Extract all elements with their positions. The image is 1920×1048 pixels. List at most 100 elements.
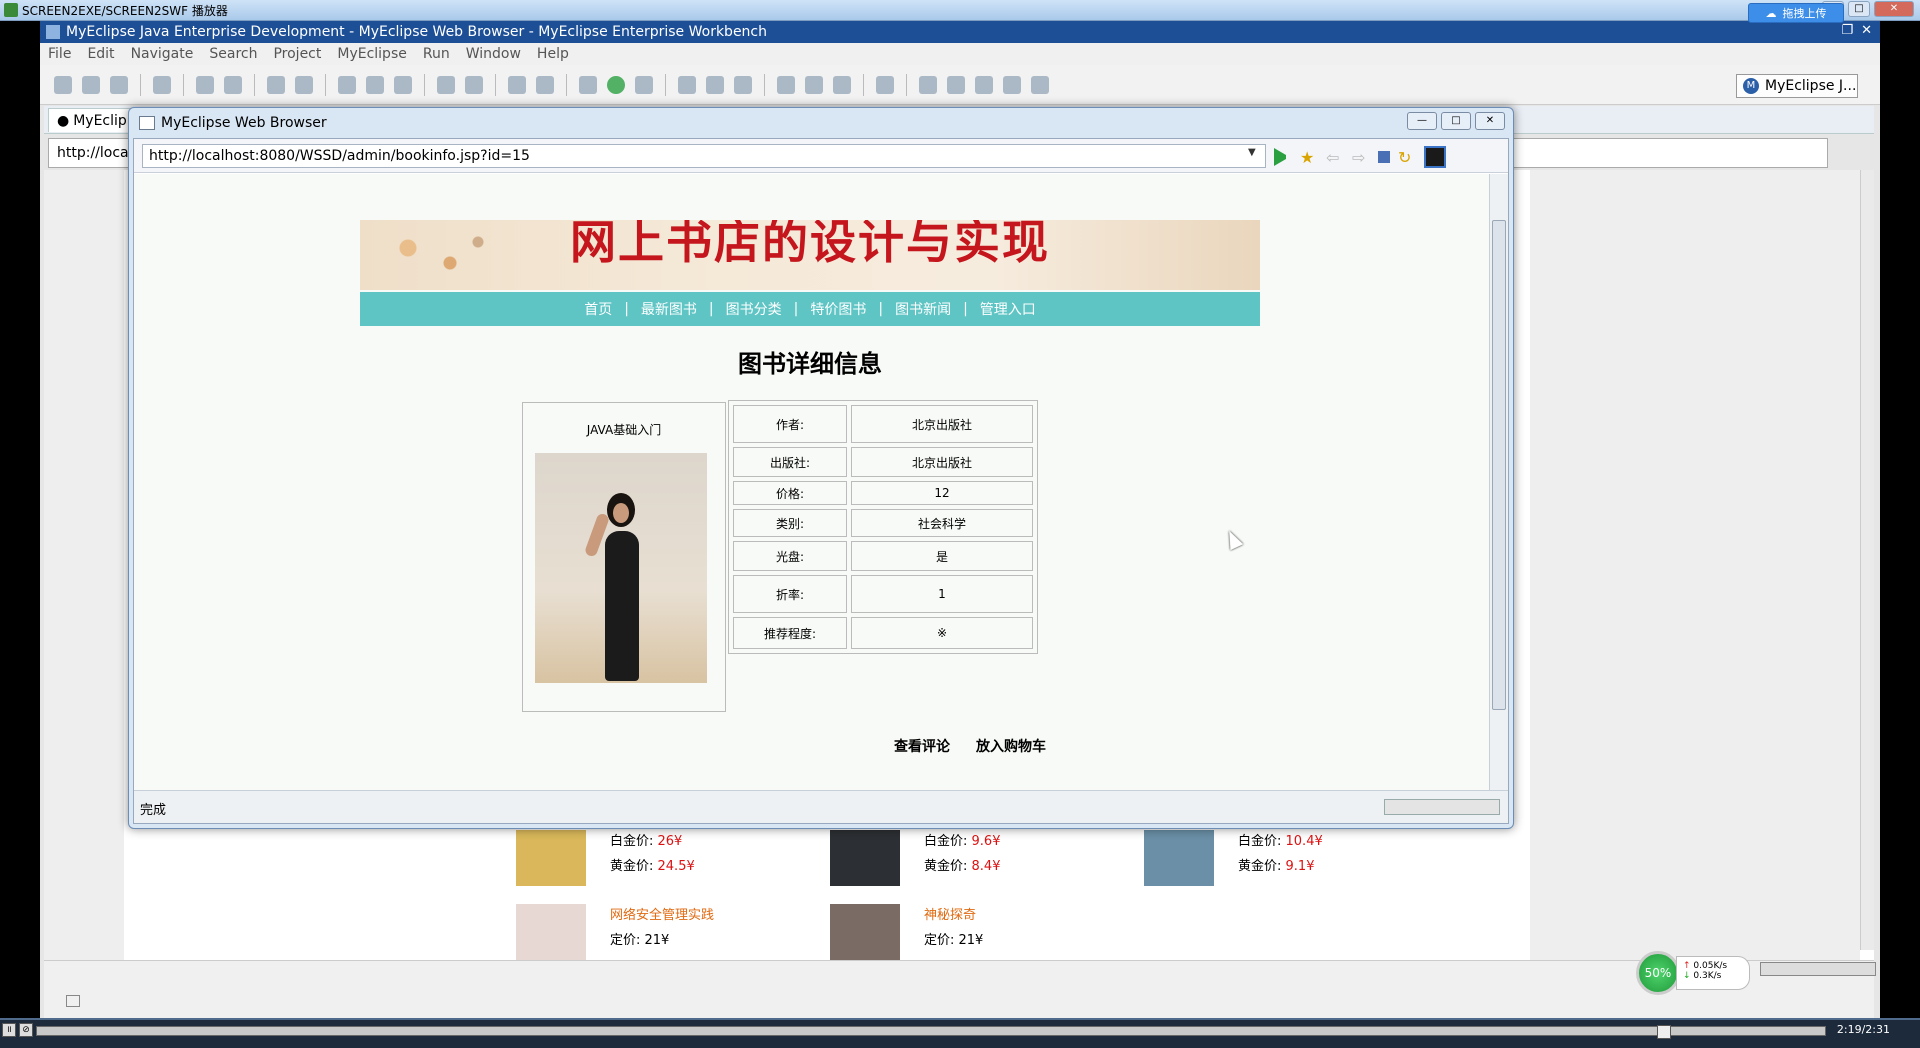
prev-annotation-icon[interactable] xyxy=(947,75,965,94)
bug-icon[interactable] xyxy=(579,75,597,94)
menu-edit[interactable]: Edit xyxy=(87,46,114,62)
book-cover-thumbnail[interactable] xyxy=(1144,830,1214,886)
detail-value: ※ xyxy=(851,617,1033,649)
player-close-button[interactable]: ✕ xyxy=(1874,1,1914,17)
database-icon[interactable] xyxy=(465,75,483,94)
folder-icon[interactable] xyxy=(437,75,455,94)
eclipse-status-area xyxy=(44,960,1874,1018)
nav-specials[interactable]: 特价图书 xyxy=(798,299,878,319)
gold-price: 黄金价: 24.5¥ xyxy=(610,859,695,874)
toolbar-separator xyxy=(254,73,255,96)
seek-bar[interactable] xyxy=(36,1025,1826,1039)
book-title-link[interactable]: 网络安全管理实践 xyxy=(610,904,714,923)
loading-progress xyxy=(1384,799,1500,815)
refresh-icon[interactable]: ↻ xyxy=(1398,148,1416,167)
book-title-link[interactable]: 神秘探奇 xyxy=(924,904,983,923)
external-tools-icon[interactable] xyxy=(635,75,653,94)
book-cover-thumbnail[interactable] xyxy=(516,830,586,886)
eclipse-close-icon[interactable]: ✕ xyxy=(1861,23,1872,38)
perspective-switcher[interactable]: M MyEclipse J... xyxy=(1736,74,1858,98)
next-annotation-icon[interactable] xyxy=(919,75,937,94)
new-class-icon[interactable] xyxy=(366,75,384,94)
last-edit-icon[interactable] xyxy=(975,75,993,94)
forward-icon[interactable] xyxy=(1031,75,1049,94)
background-browser-tab[interactable]: ● MyEclip xyxy=(48,108,136,132)
print-icon[interactable] xyxy=(110,75,128,94)
package-icon[interactable] xyxy=(153,75,171,94)
toolbar-separator xyxy=(325,73,326,96)
bottom-slider[interactable] xyxy=(1760,962,1876,976)
new-icon[interactable] xyxy=(54,75,72,94)
menu-run[interactable]: Run xyxy=(423,46,450,62)
address-bar: http://localhost:8080/WSSD/admin/bookinf… xyxy=(134,139,1508,173)
open-type-icon[interactable] xyxy=(338,75,356,94)
pen-icon[interactable] xyxy=(805,75,823,94)
debug-icon[interactable] xyxy=(196,75,214,94)
new-wizard-icon[interactable] xyxy=(536,75,554,94)
eclipse-restore-icon[interactable]: ❐ xyxy=(1841,23,1853,38)
page-scrollbar[interactable] xyxy=(1489,174,1508,790)
undeploy-icon[interactable] xyxy=(295,75,313,94)
minimize-button[interactable]: — xyxy=(1407,112,1437,130)
menu-window[interactable]: Window xyxy=(466,46,521,62)
deploy-icon[interactable] xyxy=(267,75,285,94)
open-folder-icon[interactable] xyxy=(777,75,795,94)
stop-icon[interactable] xyxy=(1378,151,1390,163)
menu-search[interactable]: Search xyxy=(209,46,257,62)
web-browser-title-bar: MyEclipse Web Browser xyxy=(129,108,1513,138)
list-item[interactable]: 白金价: 26¥ 黄金价: 24.5¥ xyxy=(516,830,695,886)
close-button[interactable]: ✕ xyxy=(1475,112,1505,130)
nav-home[interactable]: 首页 xyxy=(572,299,624,319)
list-item[interactable]: 白金价: 10.4¥ 黄金价: 9.1¥ xyxy=(1144,830,1323,886)
book-cover-thumbnail[interactable] xyxy=(830,830,900,886)
network-monitor-widget[interactable]: 50% ↑ 0.05K/s ↓ 0.3K/s xyxy=(1636,950,1758,996)
nav-categories[interactable]: 图书分类 xyxy=(714,299,794,319)
player-maximize-button[interactable]: □ xyxy=(1848,1,1870,17)
refresh-icon[interactable] xyxy=(734,75,752,94)
back-icon[interactable]: ⇦ xyxy=(1326,148,1344,167)
menu-navigate[interactable]: Navigate xyxy=(131,46,194,62)
fast-view-icon[interactable] xyxy=(66,995,80,1007)
seek-knob[interactable] xyxy=(1657,1025,1671,1039)
book-cover-thumbnail[interactable] xyxy=(830,904,900,960)
add-to-cart-link[interactable]: 放入购物车 xyxy=(976,736,1046,756)
build-icon[interactable] xyxy=(678,75,696,94)
favorites-icon[interactable]: ★ xyxy=(1300,148,1318,167)
url-input[interactable]: http://localhost:8080/WSSD/admin/bookinf… xyxy=(142,144,1266,168)
upload-speed: ↑ 0.05K/s xyxy=(1683,961,1728,971)
go-icon[interactable] xyxy=(1274,148,1292,166)
nav-news[interactable]: 图书新闻 xyxy=(883,299,963,319)
view-reviews-link[interactable]: 查看评论 xyxy=(894,736,950,756)
list-item[interactable]: 白金价: 9.6¥ 黄金价: 8.4¥ xyxy=(830,830,1000,886)
run-icon[interactable] xyxy=(607,75,625,94)
list-item[interactable]: 神秘探奇 定价: 21¥ xyxy=(830,904,983,960)
toggle-view-icon[interactable] xyxy=(1424,146,1446,168)
cloud-upload-button[interactable]: ☁ 拖拽上传 xyxy=(1748,3,1844,23)
nav-new-books[interactable]: 最新图书 xyxy=(629,299,709,319)
maximize-button[interactable]: □ xyxy=(1441,112,1471,130)
server-icon[interactable] xyxy=(224,75,242,94)
menu-project[interactable]: Project xyxy=(273,46,321,62)
book-cover-thumbnail[interactable] xyxy=(516,904,586,960)
menu-help[interactable]: Help xyxy=(537,46,569,62)
player-title-bar: SCREEN2EXE/SCREEN2SWF 播放器 — □ ✕ xyxy=(0,0,1920,21)
back-icon[interactable] xyxy=(1003,75,1021,94)
url-dropdown-icon[interactable]: ▼ xyxy=(1248,147,1256,158)
background-scrollbar[interactable] xyxy=(1860,170,1874,950)
menu-myeclipse[interactable]: MyEclipse xyxy=(337,46,406,62)
player-border-right xyxy=(1880,21,1920,1021)
pause-button[interactable]: ॥ xyxy=(2,1023,16,1037)
scrollbar-thumb[interactable] xyxy=(1492,220,1506,710)
nav-admin[interactable]: 管理入口 xyxy=(968,299,1048,319)
briefcase-icon[interactable] xyxy=(833,75,851,94)
search-icon[interactable] xyxy=(876,75,894,94)
list-item[interactable]: 网络安全管理实践 定价: 21¥ xyxy=(516,904,714,960)
menu-file[interactable]: File xyxy=(48,46,71,62)
save-icon[interactable] xyxy=(82,75,100,94)
globe-icon[interactable] xyxy=(394,75,412,94)
hammer-icon[interactable] xyxy=(706,75,724,94)
detail-label: 折率: xyxy=(733,575,847,613)
forward-icon[interactable]: ⇨ xyxy=(1352,148,1370,167)
camera-icon[interactable] xyxy=(508,75,526,94)
stop-button[interactable]: ⊘ xyxy=(19,1023,33,1037)
